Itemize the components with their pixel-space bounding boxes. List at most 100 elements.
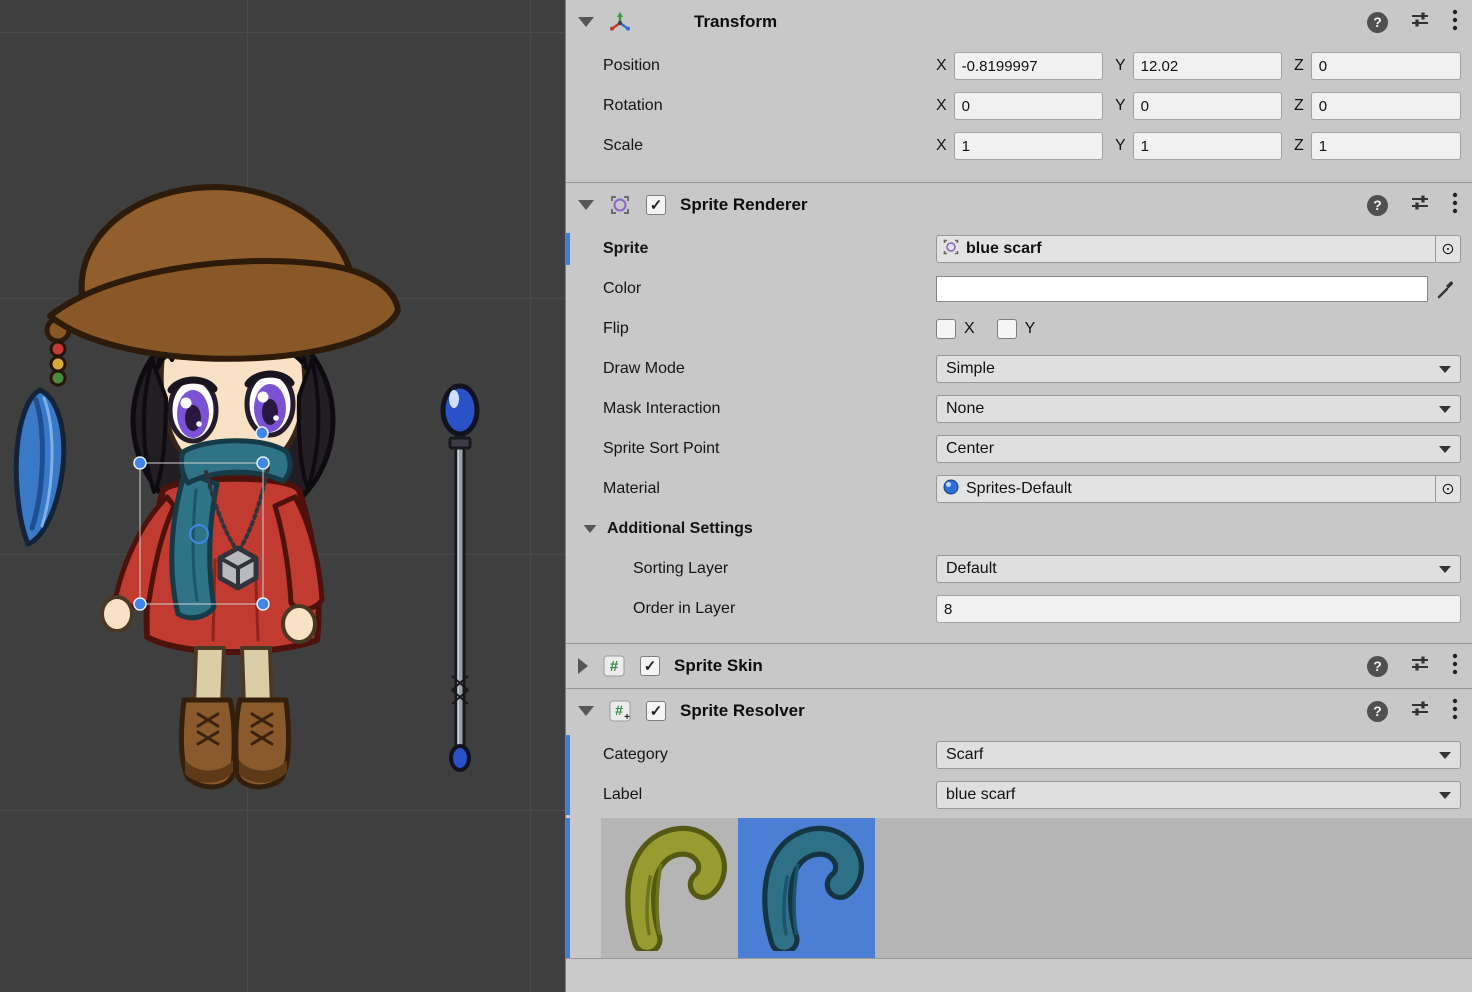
- scale-y-field[interactable]: [1133, 132, 1282, 160]
- sprite-thumbnail-blue-scarf[interactable]: [738, 818, 875, 958]
- category-value: Scarf: [946, 746, 983, 764]
- draw-mode-dropdown[interactable]: Simple: [936, 355, 1461, 383]
- foldout-open-icon[interactable]: [578, 17, 594, 27]
- axis-y-label: Y: [1115, 57, 1126, 75]
- flip-label: Flip: [603, 320, 936, 338]
- sprite-thumbnail-green-scarf[interactable]: [601, 818, 738, 958]
- rotation-z-field[interactable]: [1311, 92, 1461, 120]
- label-value: blue scarf: [946, 786, 1015, 804]
- presets-icon[interactable]: [1410, 193, 1430, 218]
- sprite-object-field[interactable]: blue scarf ⊙: [936, 235, 1461, 263]
- presets-icon[interactable]: [1410, 654, 1430, 679]
- scale-x-field[interactable]: [954, 132, 1103, 160]
- draw-mode-value: Simple: [946, 360, 995, 378]
- category-dropdown[interactable]: Scarf: [936, 741, 1461, 769]
- scale-z-field[interactable]: [1311, 132, 1461, 160]
- axis-x-label: X: [936, 137, 947, 155]
- axis-y-label: Y: [1115, 97, 1126, 115]
- category-label: Category: [603, 746, 936, 764]
- sorting-layer-dropdown[interactable]: Default: [936, 555, 1461, 583]
- rotation-row: Rotation X Y Z: [566, 86, 1472, 126]
- object-picker-icon[interactable]: ⊙: [1435, 476, 1460, 502]
- sprite-object-name: blue scarf: [966, 240, 1042, 258]
- additional-settings-row[interactable]: Additional Settings: [566, 509, 1472, 549]
- mask-interaction-dropdown[interactable]: None: [936, 395, 1461, 423]
- object-picker-icon[interactable]: ⊙: [1435, 236, 1460, 262]
- component-enabled-checkbox[interactable]: ✓: [646, 701, 666, 721]
- material-object-field[interactable]: Sprites-Default ⊙: [936, 475, 1461, 503]
- component-enabled-checkbox[interactable]: ✓: [640, 656, 660, 676]
- label-dropdown[interactable]: blue scarf: [936, 781, 1461, 809]
- component-title: Sprite Skin: [674, 656, 763, 676]
- order-in-layer-row: Order in Layer: [566, 589, 1472, 629]
- scale-row: Scale X Y Z: [566, 126, 1472, 166]
- foldout-closed-icon[interactable]: [578, 658, 588, 674]
- eyedropper-icon[interactable]: [1433, 277, 1461, 301]
- draw-mode-label: Draw Mode: [603, 360, 936, 378]
- svg-text:+: +: [624, 712, 630, 723]
- sprite-label: Sprite: [603, 240, 936, 258]
- rotation-x-field[interactable]: [954, 92, 1103, 120]
- kebab-menu-icon[interactable]: [1452, 653, 1458, 680]
- sprite-renderer-icon: [608, 193, 632, 217]
- sprite-variant-picker: [566, 818, 1472, 958]
- kebab-menu-icon[interactable]: [1452, 192, 1458, 219]
- position-y-field[interactable]: [1133, 52, 1282, 80]
- mask-interaction-label: Mask Interaction: [603, 400, 936, 418]
- foldout-open-icon[interactable]: [578, 200, 594, 210]
- foldout-open-icon[interactable]: [578, 706, 594, 716]
- material-label: Material: [603, 480, 936, 498]
- draw-mode-row: Draw Mode Simple: [566, 349, 1472, 389]
- axis-y-label: Y: [1115, 137, 1126, 155]
- flip-row: Flip X Y: [566, 309, 1472, 349]
- rotation-y-field[interactable]: [1133, 92, 1282, 120]
- flip-y-checkbox[interactable]: [997, 319, 1017, 339]
- character-sprite: [16, 187, 398, 787]
- kebab-menu-icon[interactable]: [1452, 698, 1458, 725]
- sprite-resolver-header[interactable]: # + ✓ Sprite Resolver ?: [566, 689, 1472, 733]
- axis-z-label: Z: [1294, 137, 1304, 155]
- rotation-label: Rotation: [603, 97, 936, 115]
- presets-icon[interactable]: [1410, 699, 1430, 724]
- position-z-field[interactable]: [1311, 52, 1461, 80]
- help-icon[interactable]: ?: [1367, 12, 1388, 33]
- order-in-layer-field[interactable]: [936, 595, 1461, 623]
- color-swatch[interactable]: [936, 276, 1428, 302]
- flip-x-checkbox[interactable]: [936, 319, 956, 339]
- scene-view[interactable]: [0, 0, 565, 992]
- svg-text:#: #: [610, 658, 619, 675]
- label-row: Label blue scarf: [566, 775, 1472, 815]
- sprite-skin-component: # ✓ Sprite Skin ?: [566, 643, 1472, 688]
- sprite-row: Sprite blue scarf ⊙: [566, 229, 1472, 269]
- material-row: Material Sprites-Default ⊙: [566, 469, 1472, 509]
- help-icon[interactable]: ?: [1367, 701, 1388, 722]
- kebab-menu-icon[interactable]: [1452, 9, 1458, 36]
- help-icon[interactable]: ?: [1367, 656, 1388, 677]
- sprite-resolver-component: # + ✓ Sprite Resolver ?: [566, 688, 1472, 958]
- foldout-open-icon[interactable]: [584, 525, 597, 533]
- position-x-field[interactable]: [954, 52, 1103, 80]
- axis-x-label: X: [936, 97, 947, 115]
- component-enabled-checkbox[interactable]: ✓: [646, 195, 666, 215]
- axis-z-label: Z: [1294, 97, 1304, 115]
- sprite-skin-header[interactable]: # ✓ Sprite Skin ?: [566, 644, 1472, 688]
- mask-interaction-row: Mask Interaction None: [566, 389, 1472, 429]
- help-icon[interactable]: ?: [1367, 195, 1388, 216]
- transform-header[interactable]: Transform ?: [566, 0, 1472, 44]
- additional-settings-label: Additional Settings: [607, 520, 753, 538]
- inspector-panel: Transform ?: [565, 0, 1472, 992]
- presets-icon[interactable]: [1410, 10, 1430, 35]
- material-mini-icon: [942, 478, 960, 501]
- sorting-layer-value: Default: [946, 560, 997, 578]
- flip-x-label: X: [964, 320, 975, 338]
- sprite-renderer-header[interactable]: ✓ Sprite Renderer ?: [566, 183, 1472, 227]
- sprite-mini-icon: [942, 238, 960, 261]
- flip-y-label: Y: [1025, 320, 1036, 338]
- sprite-sort-point-value: Center: [946, 440, 994, 458]
- staff-sprite: [443, 386, 477, 770]
- inspector-bottom-strip: [566, 958, 1472, 992]
- boots-sprite: [181, 700, 288, 787]
- sprite-sort-point-dropdown[interactable]: Center: [936, 435, 1461, 463]
- component-title: Sprite Renderer: [680, 195, 808, 215]
- scale-label: Scale: [603, 137, 936, 155]
